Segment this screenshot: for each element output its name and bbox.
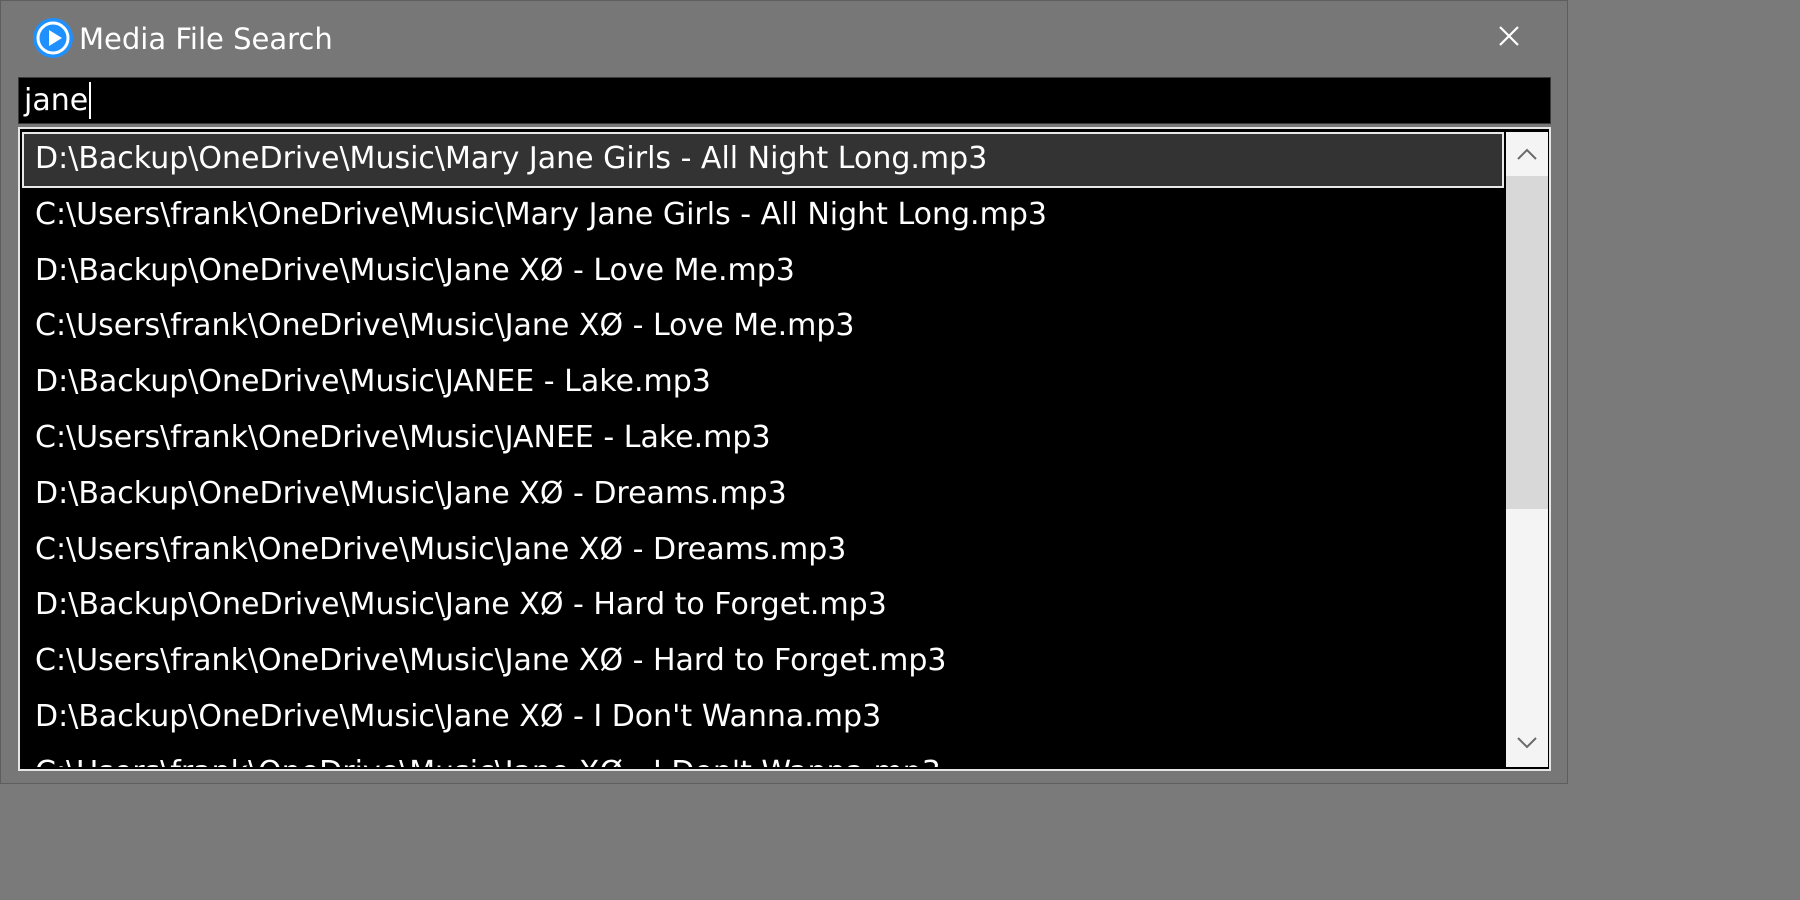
close-button[interactable] [1481, 13, 1537, 63]
title-bar[interactable]: Media File Search [1, 1, 1567, 77]
result-list-item[interactable]: D:\Backup\OneDrive\Music\Jane XØ - Hard … [22, 578, 1504, 634]
chevron-up-icon [1516, 146, 1538, 165]
result-list-item[interactable]: C:\Users\frank\OneDrive\Music\Jane XØ - … [22, 634, 1504, 690]
results-listbox[interactable]: D:\Backup\OneDrive\Music\Mary Jane Girls… [18, 127, 1551, 771]
result-list-item[interactable]: C:\Users\frank\OneDrive\Music\Mary Jane … [22, 188, 1504, 244]
search-input-value: jane [24, 83, 89, 118]
search-input[interactable]: jane [18, 77, 1551, 124]
results-list: D:\Backup\OneDrive\Music\Mary Jane Girls… [22, 132, 1504, 767]
scroll-up-button[interactable] [1506, 132, 1548, 178]
vertical-scrollbar[interactable] [1506, 132, 1548, 767]
result-list-item[interactable]: C:\Users\frank\OneDrive\Music\Jane XØ - … [22, 299, 1504, 355]
text-caret [89, 82, 92, 119]
result-list-item[interactable]: D:\Backup\OneDrive\Music\Jane XØ - Dream… [22, 467, 1504, 523]
scrollbar-thumb[interactable] [1506, 176, 1548, 509]
result-list-item[interactable]: D:\Backup\OneDrive\Music\Jane XØ - Love … [22, 244, 1504, 300]
result-list-item[interactable]: D:\Backup\OneDrive\Music\JANEE - Lake.mp… [22, 355, 1504, 411]
result-list-item[interactable]: D:\Backup\OneDrive\Music\Jane XØ - I Don… [22, 690, 1504, 746]
result-list-item[interactable]: D:\Backup\OneDrive\Music\Mary Jane Girls… [22, 132, 1504, 188]
window-title: Media File Search [79, 22, 333, 56]
result-list-item[interactable]: C:\Users\frank\OneDrive\Music\JANEE - La… [22, 411, 1504, 467]
result-list-item[interactable]: C:\Users\frank\OneDrive\Music\Jane XØ - … [22, 746, 1504, 767]
close-icon [1498, 25, 1520, 51]
result-list-item[interactable]: C:\Users\frank\OneDrive\Music\Jane XØ - … [22, 523, 1504, 579]
chevron-down-icon [1516, 735, 1538, 754]
scroll-down-button[interactable] [1506, 721, 1548, 767]
media-file-search-window: Media File Search jane D:\Backup\OneDriv… [0, 0, 1568, 784]
play-circle-icon [32, 17, 74, 59]
